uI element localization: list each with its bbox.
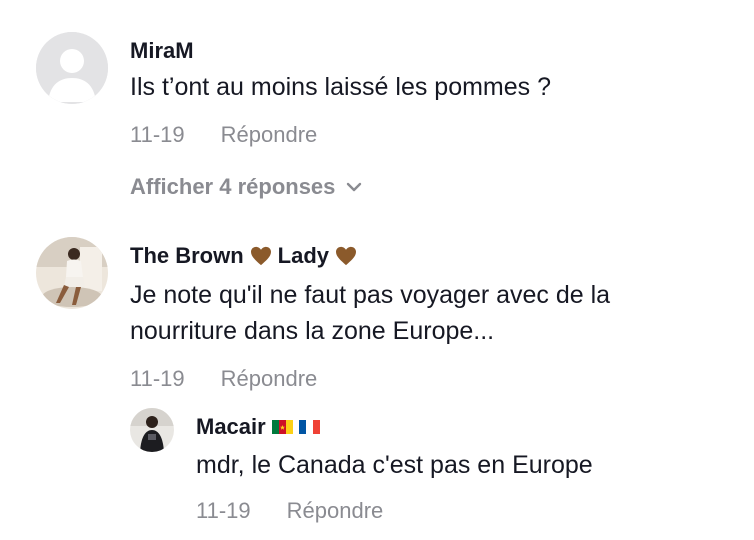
user-avatar[interactable] bbox=[130, 408, 174, 452]
reply-meta: 11-19 Répondre bbox=[196, 498, 383, 524]
reply-username[interactable]: Macair bbox=[196, 414, 320, 440]
cameroon-flag-icon bbox=[271, 420, 293, 434]
reply-date: 11-19 bbox=[196, 498, 251, 523]
reply-button[interactable]: Répondre bbox=[287, 498, 384, 524]
reply-item: Macair mdr, le Canada c'est pas en Europ… bbox=[0, 0, 754, 540]
reply-text: mdr, le Canada c'est pas en Europe bbox=[196, 451, 593, 479]
france-flag-icon bbox=[298, 420, 320, 434]
